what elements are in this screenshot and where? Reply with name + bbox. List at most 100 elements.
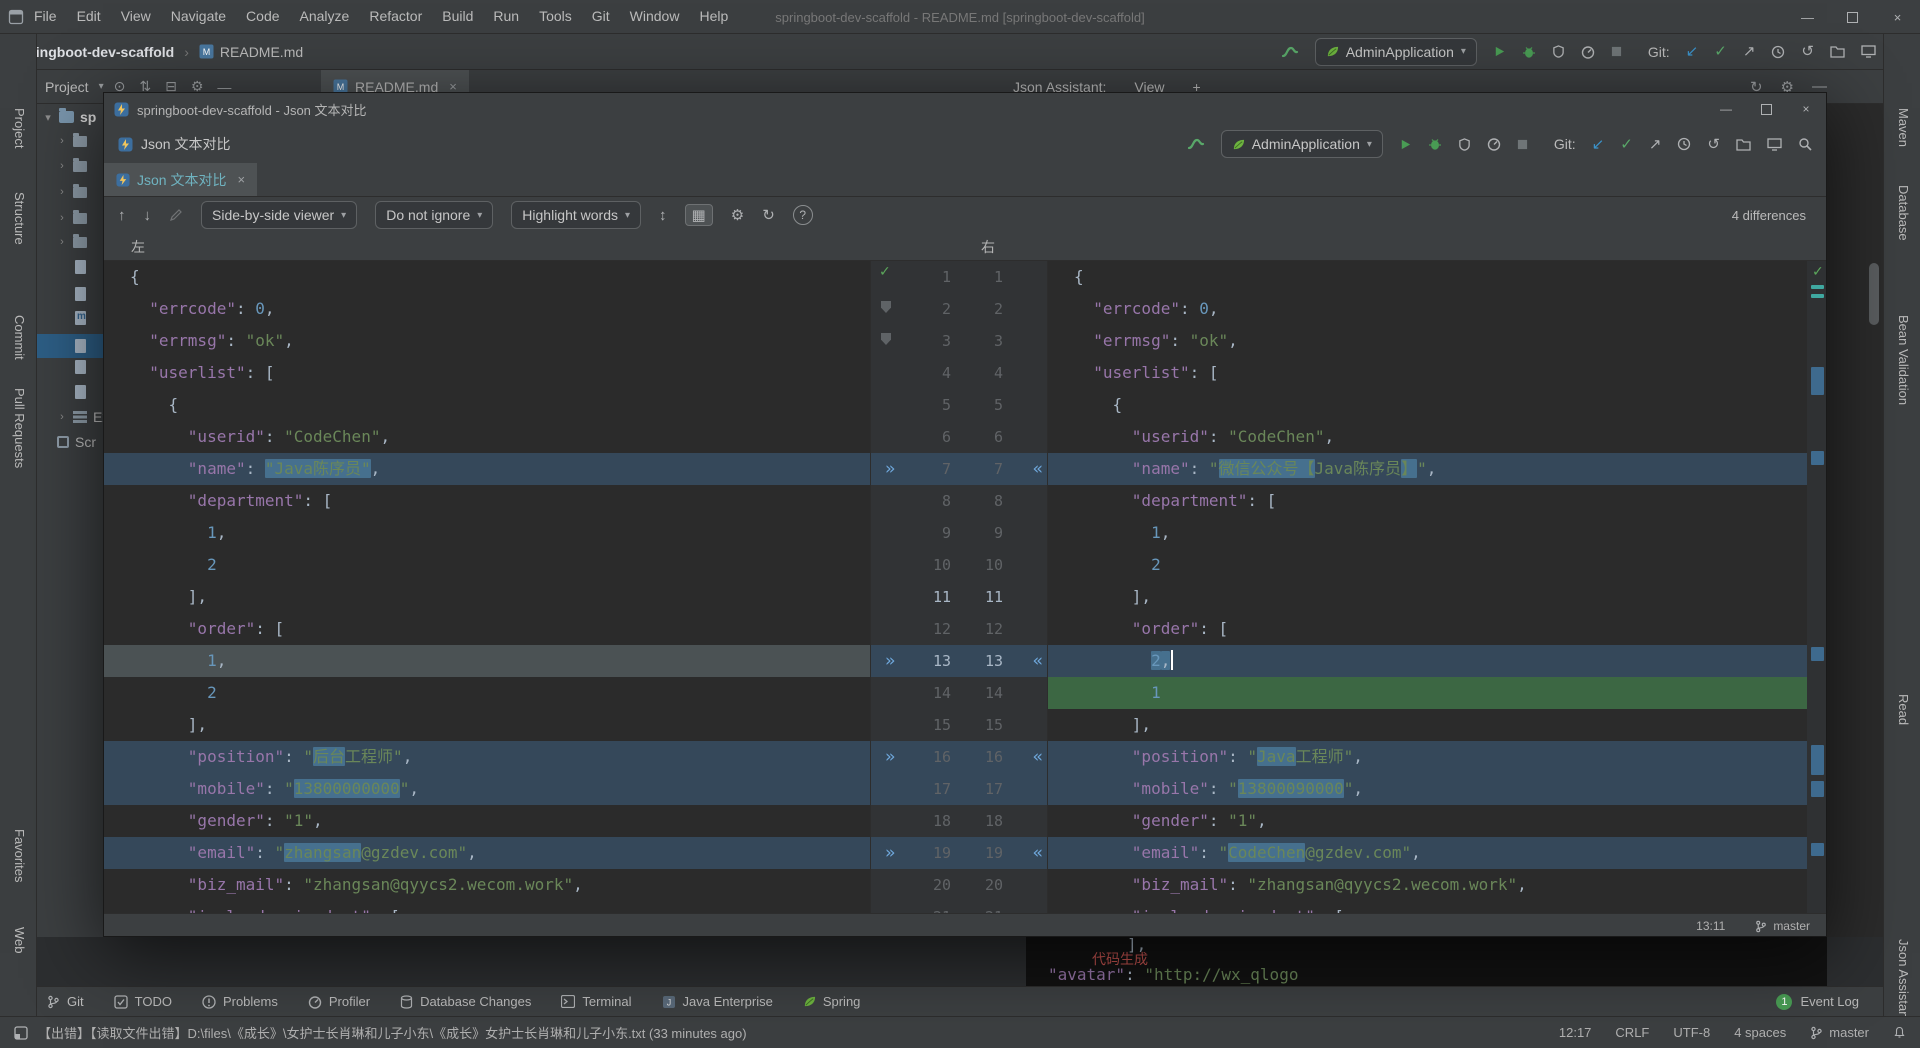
profiler-icon[interactable] — [1581, 45, 1595, 59]
tool-stripe-structure[interactable]: Structure — [12, 192, 27, 245]
toolwindow-button-problems[interactable]: Problems — [202, 994, 278, 1009]
swap-sides-icon[interactable]: ↻ — [762, 206, 775, 224]
swoosh-icon[interactable] — [1281, 45, 1299, 59]
app-icon[interactable] — [8, 9, 24, 25]
history-icon[interactable] — [1771, 45, 1785, 59]
dialog-caret-position[interactable]: 13:11 — [1696, 919, 1725, 933]
git-branch-widget[interactable]: master — [1810, 1025, 1869, 1040]
error-stripe-mark[interactable] — [1811, 367, 1824, 395]
dialog-close-button[interactable]: × — [1786, 93, 1826, 125]
apply-change-right-icon[interactable]: « — [1033, 837, 1043, 869]
dialog-breadcrumb[interactable]: Json 文本对比 — [118, 134, 230, 154]
project-header-label[interactable]: Project — [45, 79, 89, 95]
dialog-branch-widget[interactable]: master — [1755, 919, 1810, 933]
collapse-unchanged-icon[interactable]: ↕ — [659, 207, 667, 224]
toolwindow-button-profiler[interactable]: Profiler — [308, 994, 370, 1009]
push-icon[interactable]: ↗ — [1743, 44, 1756, 59]
menu-git[interactable]: Git — [582, 8, 620, 24]
toolwindow-button-database-changes[interactable]: Database Changes — [400, 994, 531, 1009]
toolwindow-button-spring[interactable]: Spring — [803, 994, 861, 1009]
history-icon[interactable] — [1677, 137, 1691, 151]
profiler-icon[interactable] — [1487, 137, 1501, 151]
viewer-mode-select[interactable]: Side-by-side viewer ▾ — [201, 201, 357, 229]
highlight-policy-select[interactable]: Highlight words ▾ — [511, 201, 641, 229]
menu-window[interactable]: Window — [620, 8, 690, 24]
menu-run[interactable]: Run — [483, 8, 529, 24]
error-stripe-mark[interactable] — [1811, 294, 1824, 298]
sync-scrolling-icon[interactable]: ▦ — [685, 204, 713, 226]
error-stripe-mark[interactable] — [1811, 647, 1824, 661]
tool-stripe-commit[interactable]: Commit — [12, 315, 27, 360]
chevron-down-icon[interactable]: ▾ — [43, 111, 53, 124]
diff-right-editor[interactable]: { "errcode": 0, "errmsg": "ok", "userlis… — [1048, 261, 1807, 913]
menu-tools[interactable]: Tools — [529, 8, 582, 24]
chevron-right-icon[interactable]: › — [57, 135, 67, 147]
tool-stripe-json-assistant[interactable]: Json Assistant — [1896, 939, 1911, 1022]
tool-stripe-web[interactable]: Web — [12, 927, 27, 954]
previous-difference-icon[interactable]: ↑ — [118, 207, 126, 224]
menu-view[interactable]: View — [111, 8, 161, 24]
run-icon[interactable] — [1399, 138, 1412, 151]
close-button[interactable]: × — [1875, 0, 1920, 34]
minimize-button[interactable]: — — [1785, 0, 1830, 34]
menu-code[interactable]: Code — [236, 8, 289, 24]
apply-change-right-icon[interactable]: « — [1033, 741, 1043, 773]
stop-icon[interactable] — [1517, 139, 1528, 150]
folder-icon[interactable] — [1736, 138, 1751, 151]
monitor-icon[interactable] — [1861, 45, 1876, 58]
diff-scrollbar[interactable]: ✓ — [1807, 261, 1826, 913]
tool-stripe-favorites[interactable]: Favorites — [12, 829, 27, 882]
menu-refactor[interactable]: Refactor — [359, 8, 432, 24]
dialog-tab-close-icon[interactable]: × — [237, 172, 245, 187]
diff-left-editor[interactable]: { "errcode": 0, "errmsg": "ok", "userlis… — [104, 261, 870, 913]
help-icon[interactable]: ? — [793, 205, 813, 225]
tool-stripe-bean-validation[interactable]: Bean Validation — [1896, 315, 1911, 405]
coverage-icon[interactable] — [1458, 138, 1471, 151]
run-icon[interactable] — [1493, 45, 1506, 58]
folder-icon[interactable] — [1830, 45, 1845, 58]
indent-indicator[interactable]: 4 spaces — [1734, 1025, 1786, 1040]
toolwindow-button-todo[interactable]: TODO — [114, 994, 172, 1009]
search-icon[interactable] — [1798, 137, 1812, 151]
error-stripe-mark[interactable] — [1811, 843, 1824, 856]
chevron-right-icon[interactable]: › — [57, 160, 67, 172]
breadcrumb-file[interactable]: M README.md — [199, 44, 303, 60]
dialog-minimize-button[interactable]: — — [1706, 93, 1746, 125]
coverage-icon[interactable] — [1552, 45, 1565, 58]
breadcrumb-project[interactable]: springboot-dev-scaffold — [14, 44, 174, 60]
commit-icon[interactable]: ✓ — [1620, 137, 1633, 152]
menu-edit[interactable]: Edit — [67, 8, 111, 24]
rollback-icon[interactable]: ↺ — [1707, 137, 1720, 152]
error-stripe-mark[interactable] — [1811, 745, 1824, 775]
maximize-button[interactable] — [1830, 0, 1875, 34]
dialog-maximize-button[interactable] — [1746, 93, 1786, 125]
apply-change-left-icon[interactable]: » — [885, 741, 895, 773]
rollback-icon[interactable]: ↺ — [1801, 44, 1814, 59]
toolwindow-button-java-enterprise[interactable]: JJava Enterprise — [662, 994, 773, 1009]
menu-navigate[interactable]: Navigate — [161, 8, 236, 24]
apply-change-right-icon[interactable]: « — [1033, 645, 1043, 677]
next-difference-icon[interactable]: ↓ — [144, 207, 152, 224]
tool-stripe-maven[interactable]: Maven — [1896, 108, 1911, 147]
apply-change-right-icon[interactable]: « — [1033, 453, 1043, 485]
chevron-down-icon[interactable]: ▾ — [99, 81, 104, 92]
caret-position[interactable]: 12:17 — [1559, 1025, 1592, 1040]
tool-stripe-database[interactable]: Database — [1896, 185, 1911, 241]
menu-help[interactable]: Help — [689, 8, 738, 24]
toolwindow-button-git[interactable]: Git — [47, 994, 84, 1009]
swoosh-icon[interactable] — [1187, 137, 1205, 151]
status-message[interactable]: 【出错】【读取文件出错】D:\files\《成长》\女护士长肖琳和儿子小东\《成… — [38, 1023, 1535, 1042]
debug-icon[interactable] — [1428, 137, 1442, 151]
run-configuration-select[interactable]: AdminApplication▾ — [1315, 38, 1477, 66]
notifications-bell-icon[interactable] — [1893, 1026, 1906, 1039]
event-log-widget[interactable]: 1Event Log — [1776, 994, 1859, 1010]
run-configuration-select[interactable]: AdminApplication▾ — [1221, 130, 1383, 158]
monitor-icon[interactable] — [1767, 138, 1782, 151]
tool-stripe-pull-requests[interactable]: Pull Requests — [12, 388, 27, 468]
dialog-tab-json-diff[interactable]: Json 文本对比 × — [104, 163, 257, 196]
pull-icon[interactable]: ↙ — [1592, 137, 1605, 152]
apply-change-left-icon[interactable]: » — [885, 645, 895, 677]
apply-change-left-icon[interactable]: » — [885, 837, 895, 869]
editor-scrollbar-thumb[interactable] — [1869, 263, 1879, 325]
menu-file[interactable]: File — [24, 8, 67, 24]
